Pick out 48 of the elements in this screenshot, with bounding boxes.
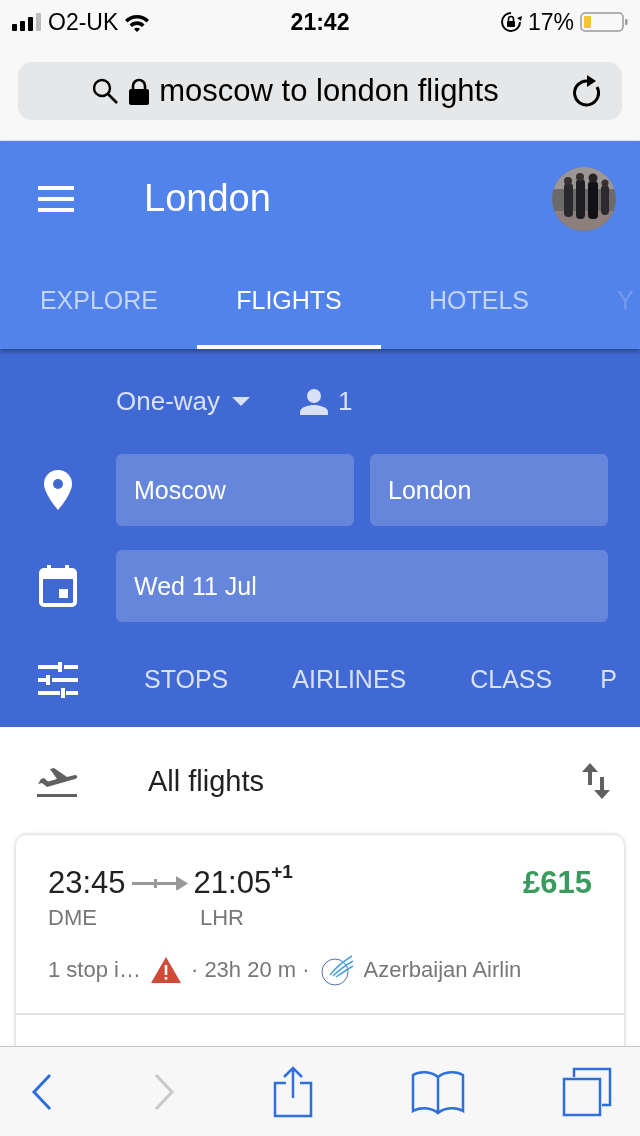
tabs-icon[interactable] — [562, 1066, 612, 1117]
departure-time: 23:45 — [48, 865, 126, 901]
signal-icon — [12, 13, 42, 31]
back-button[interactable] — [30, 1072, 54, 1111]
menu-icon[interactable] — [38, 185, 74, 212]
search-icon — [91, 77, 120, 105]
bookmarks-icon[interactable] — [410, 1068, 465, 1115]
passengers-button[interactable]: 1 — [270, 386, 353, 417]
departure-airport: DME — [48, 905, 98, 931]
location-pin-icon — [44, 470, 72, 510]
tab[interactable]: FLIGHTS — [194, 256, 384, 349]
duration-text: · 23h 20 m · — [190, 957, 310, 983]
filter-button[interactable]: P — [600, 665, 617, 694]
lock-icon — [129, 77, 150, 105]
day-offset: +1 — [271, 861, 293, 883]
sort-arrows-icon[interactable] — [582, 763, 610, 799]
filter-button[interactable]: CLASS — [470, 665, 553, 694]
search-query: moscow to london flights — [159, 73, 499, 109]
stops-text: 1 stop i… — [48, 957, 141, 983]
destination-field[interactable]: London — [370, 454, 608, 526]
arrival-airport: LHR — [200, 905, 244, 931]
arrow-icon — [131, 876, 188, 890]
price: £615 — [523, 865, 592, 901]
page-title: London — [144, 177, 272, 220]
rotation-lock-icon — [499, 11, 522, 33]
filter-sliders-icon[interactable] — [38, 661, 78, 698]
clock-time: 21:42 — [290, 8, 350, 36]
carrier-name: O2-UK — [48, 8, 119, 36]
flight-card[interactable]: 23:45 21:05$^{+1}$ £615 DME LHR 1 stop i… · 23h 20 m · Azerbaijan Airlin — [16, 835, 624, 1046]
address-field[interactable]: moscow to london flights — [18, 62, 622, 120]
filter-button[interactable]: AIRLINES — [292, 665, 407, 694]
filter-button[interactable]: STOPS — [144, 665, 229, 694]
calendar-icon — [39, 565, 77, 607]
wifi-icon — [124, 12, 151, 32]
arrival-time: 21:05 — [193, 865, 272, 901]
date-field[interactable]: Wed 11 Jul — [116, 550, 608, 622]
tab[interactable]: EXPLORE — [4, 256, 194, 349]
section-heading: All flights — [148, 764, 266, 798]
battery-percent: 17% — [527, 8, 574, 36]
tab[interactable]: HOTELS — [384, 256, 574, 349]
caret-icon — [232, 397, 251, 406]
share-icon[interactable] — [273, 1065, 313, 1118]
airline-logo-icon — [319, 953, 354, 987]
trip-type-dropdown[interactable]: One-way — [116, 386, 251, 417]
battery-icon — [580, 12, 628, 32]
person-icon — [300, 388, 329, 415]
airline-name: Azerbaijan Airlin — [363, 957, 522, 983]
origin-field[interactable]: Moscow — [116, 454, 354, 526]
